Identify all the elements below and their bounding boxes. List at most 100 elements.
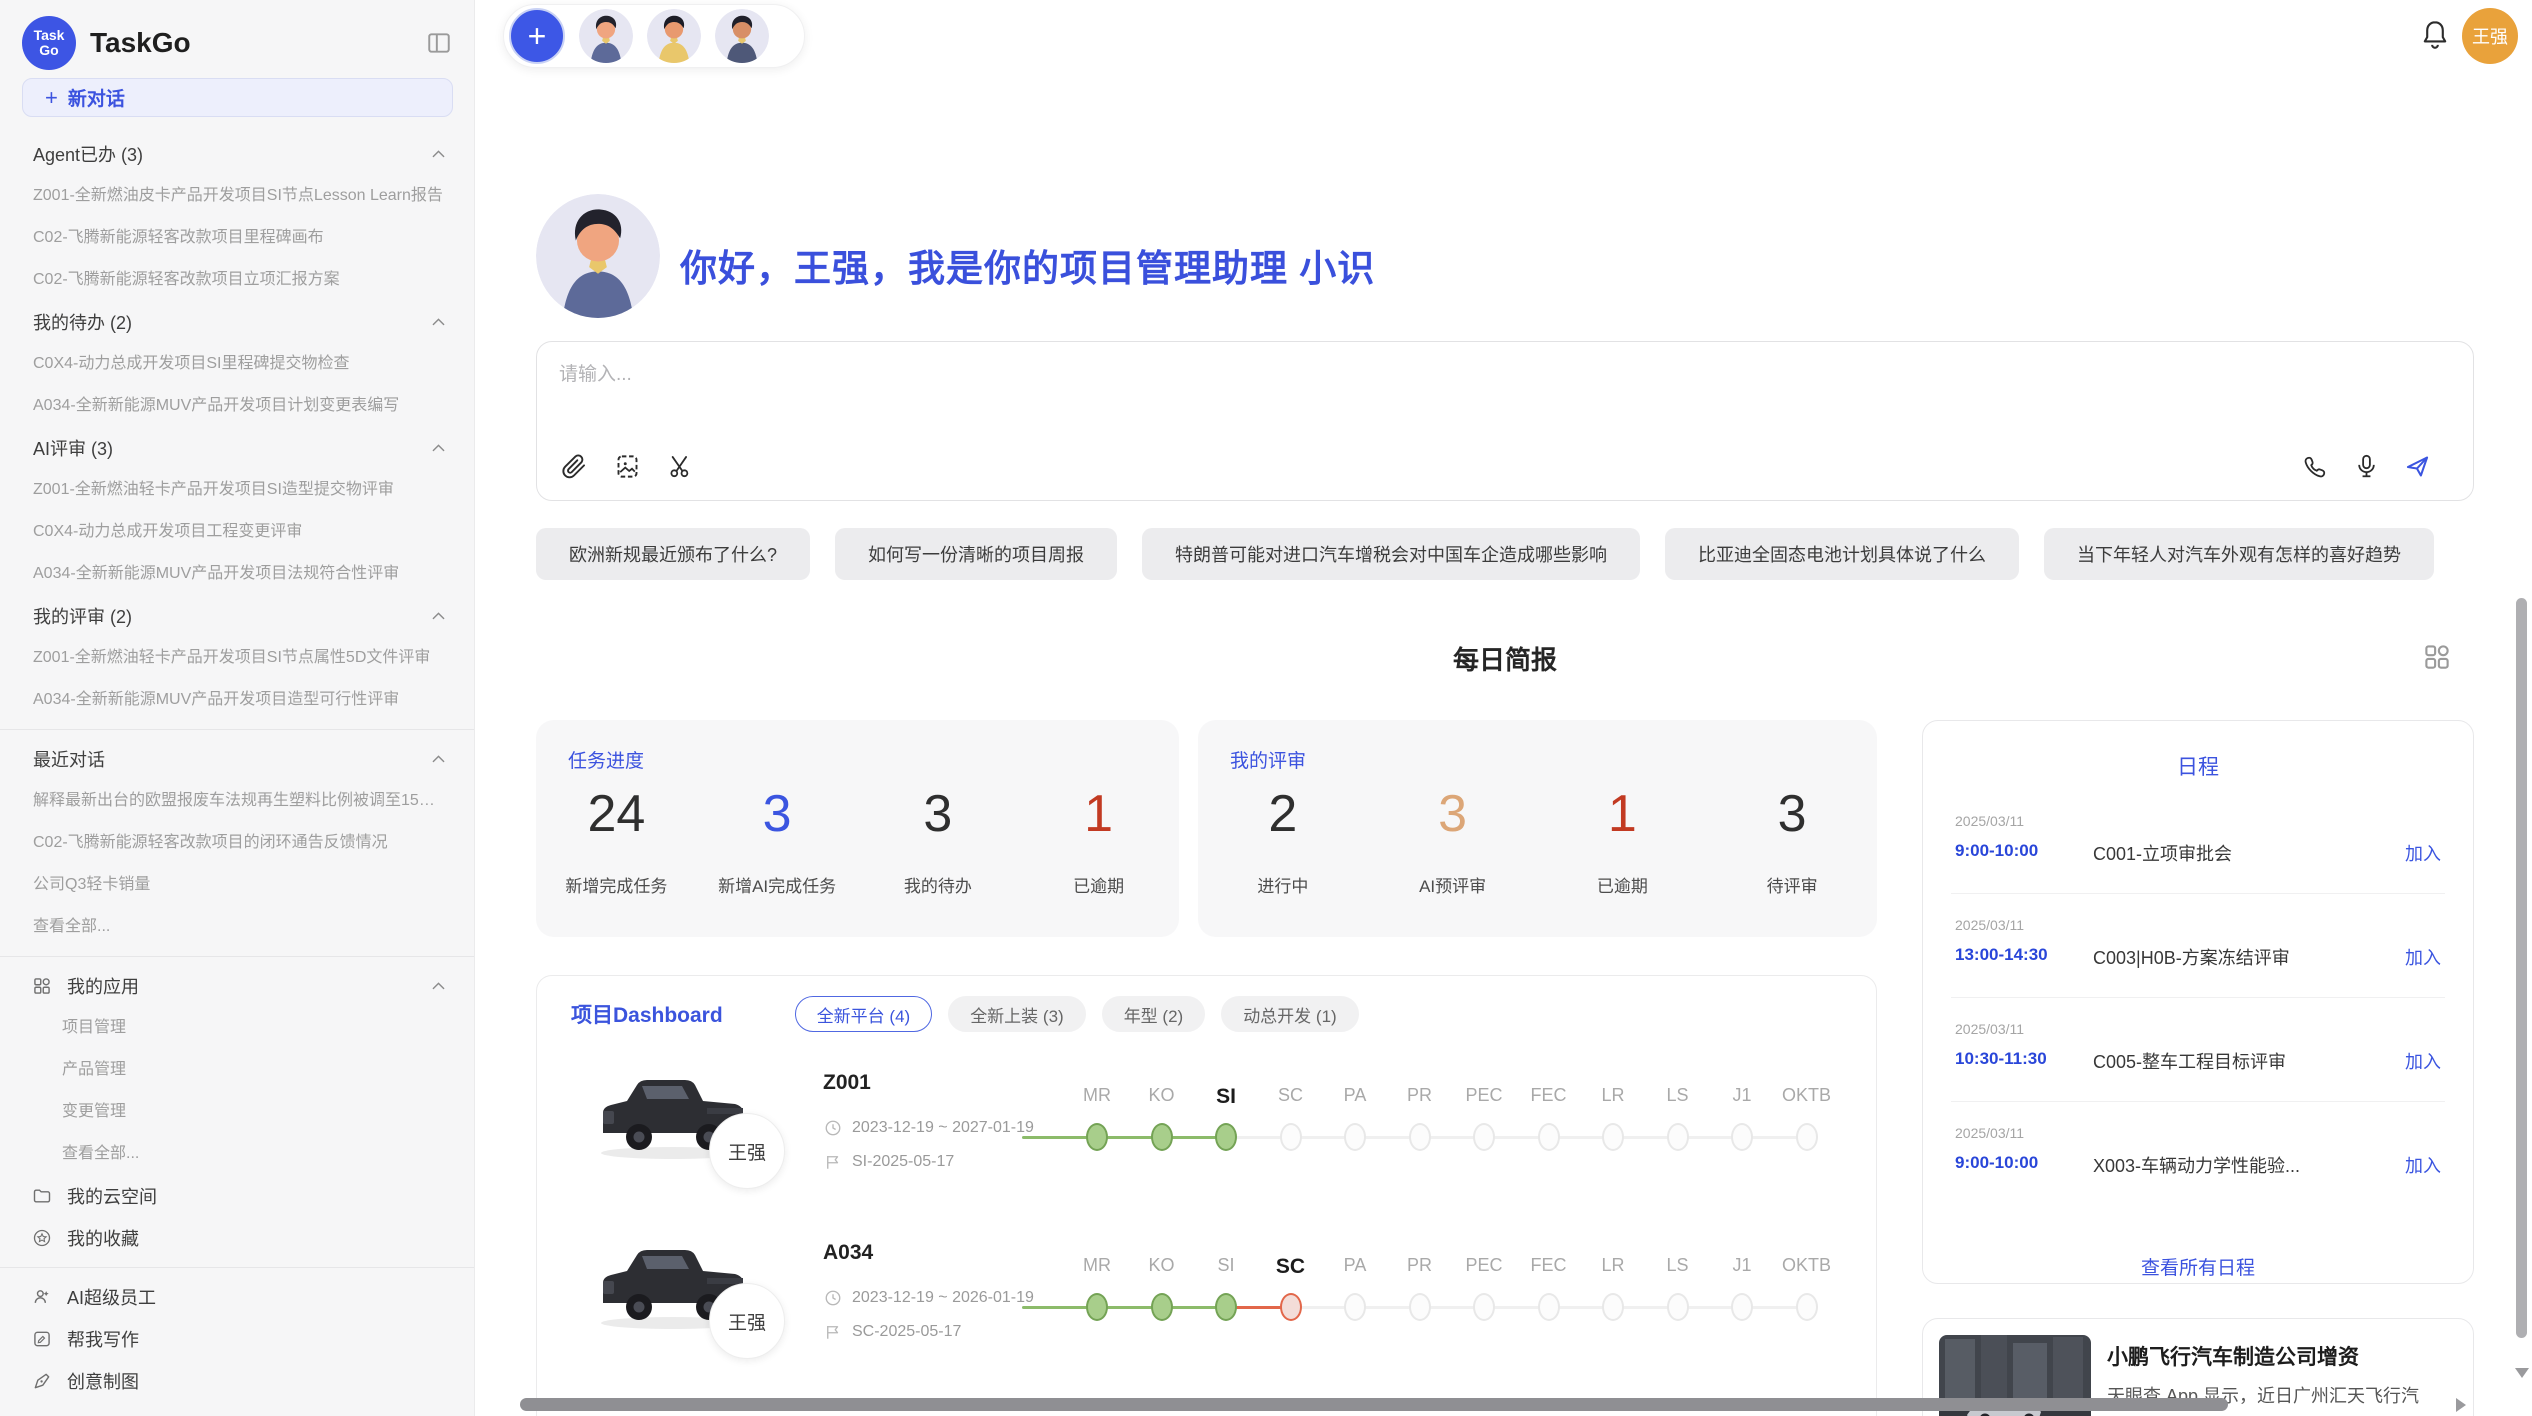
milestone-node[interactable] — [1473, 1123, 1495, 1151]
schedule-date: 2025/03/11 — [1955, 813, 2024, 829]
sidebar-task-item[interactable]: Z001-全新燃油轻卡产品开发项目SI节点属性5D文件评审 — [0, 637, 474, 679]
milestone-label: FEC — [1531, 1085, 1567, 1106]
sidebar-task-item[interactable]: C0X4-动力总成开发项目工程变更评审 — [0, 511, 474, 553]
milestone-node[interactable] — [1796, 1293, 1818, 1321]
chat-input[interactable] — [559, 364, 2059, 386]
milestone-node[interactable] — [1280, 1293, 1302, 1321]
milestone-node[interactable] — [1344, 1293, 1366, 1321]
suggestion-chip[interactable]: 当下年轻人对汽车外观有怎样的喜好趋势 — [2044, 528, 2434, 580]
sidebar-help-me-write[interactable]: 帮我写作 — [0, 1318, 474, 1360]
dashboard-tab[interactable]: 全新上装 (3) — [948, 996, 1086, 1032]
join-meeting-link[interactable]: 加入 — [2405, 944, 2441, 970]
dashboard-tab[interactable]: 全新平台 (4) — [795, 996, 933, 1032]
suggestion-chip[interactable]: 特朗普可能对进口汽车增税会对中国车企造成哪些影响 — [1142, 528, 1640, 580]
dashboard-tab[interactable]: 动总开发 (1) — [1221, 996, 1359, 1032]
chevron-up-icon[interactable] — [429, 313, 448, 332]
recent-chat-item[interactable]: C02-飞腾新能源轻客改款项目的闭环通告反馈情况 — [0, 822, 474, 864]
insert-image-icon[interactable] — [614, 453, 641, 480]
microphone-icon[interactable] — [2353, 453, 2380, 480]
app-item[interactable]: 产品管理 — [0, 1049, 474, 1091]
sidebar-task-item[interactable]: C02-飞腾新能源轻客改款项目里程碑画布 — [0, 217, 474, 259]
sidebar-cloud-space[interactable]: 我的云空间 — [0, 1175, 474, 1217]
user-avatar[interactable]: 王强 — [2462, 8, 2518, 64]
stat-label: 新增AI完成任务 — [697, 872, 858, 897]
add-agent-button[interactable]: + — [509, 8, 565, 64]
milestone-node[interactable] — [1538, 1123, 1560, 1151]
screenshot-scissors-icon[interactable] — [667, 453, 694, 480]
voice-call-icon[interactable] — [2302, 453, 2329, 480]
briefing-layout-icon[interactable] — [2422, 642, 2452, 672]
milestone-node[interactable] — [1151, 1293, 1173, 1321]
vertical-scrollbar[interactable] — [2516, 598, 2527, 1338]
milestone-node[interactable] — [1731, 1123, 1753, 1151]
dashboard-title: 项目Dashboard — [571, 999, 723, 1029]
chevron-up-icon[interactable] — [429, 977, 448, 996]
milestone-node[interactable] — [1086, 1123, 1108, 1151]
sidebar-collapse-icon[interactable] — [424, 28, 454, 58]
milestone-label: LR — [1601, 1085, 1624, 1106]
milestone-node[interactable] — [1215, 1123, 1237, 1151]
milestone-node[interactable] — [1602, 1293, 1624, 1321]
milestone-node[interactable] — [1538, 1293, 1560, 1321]
milestone-node[interactable] — [1667, 1293, 1689, 1321]
notification-bell-icon[interactable] — [2418, 18, 2452, 52]
sidebar-task-item[interactable]: A034-全新新能源MUV产品开发项目法规符合性评审 — [0, 553, 474, 595]
new-chat-button[interactable]: + 新对话 — [22, 78, 453, 117]
my-review-card: 我的评审2进行中3AI预评审1已逾期3待评审 — [1198, 720, 1877, 937]
join-meeting-link[interactable]: 加入 — [2405, 840, 2441, 866]
sidebar-task-item[interactable]: A034-全新新能源MUV产品开发项目造型可行性评审 — [0, 679, 474, 721]
project-dates: 2023-12-19 ~ 2026-01-19 — [824, 1289, 1034, 1307]
chevron-up-icon[interactable] — [429, 607, 448, 626]
sidebar-task-item[interactable]: C02-飞腾新能源轻客改款项目立项汇报方案 — [0, 259, 474, 301]
stat-label: AI预评审 — [1368, 872, 1538, 897]
agent-avatar-1[interactable] — [579, 9, 633, 63]
app-item[interactable]: 项目管理 — [0, 1007, 474, 1049]
suggestion-chip[interactable]: 如何写一份清晰的项目周报 — [835, 528, 1117, 580]
sidebar-task-item[interactable]: A034-全新新能源MUV产品开发项目计划变更表编写 — [0, 385, 474, 427]
suggestion-chip[interactable]: 欧洲新规最近颁布了什么? — [536, 528, 810, 580]
stat-value: 1 — [1538, 784, 1708, 844]
dashboard-tab[interactable]: 年型 (2) — [1102, 996, 1206, 1032]
chevron-up-icon[interactable] — [429, 750, 448, 769]
scroll-right-arrow-icon[interactable] — [2456, 1398, 2466, 1412]
sidebar-creative-drawing[interactable]: 创意制图 — [0, 1360, 474, 1402]
sidebar-task-item[interactable]: Z001-全新燃油皮卡产品开发项目SI节点Lesson Learn报告 — [0, 175, 474, 217]
chevron-up-icon[interactable] — [429, 439, 448, 458]
sidebar-ai-super-staff[interactable]: AI超级员工 — [0, 1276, 474, 1318]
milestone-node[interactable] — [1344, 1123, 1366, 1151]
join-meeting-link[interactable]: 加入 — [2405, 1152, 2441, 1178]
milestone-node[interactable] — [1602, 1123, 1624, 1151]
milestone-node[interactable] — [1086, 1293, 1108, 1321]
sidebar-my-apps[interactable]: 我的应用 — [0, 965, 474, 1007]
sidebar-favorites[interactable]: 我的收藏 — [0, 1217, 474, 1259]
chevron-up-icon[interactable] — [429, 145, 448, 164]
join-meeting-link[interactable]: 加入 — [2405, 1048, 2441, 1074]
milestone-node[interactable] — [1473, 1293, 1495, 1321]
milestone-node[interactable] — [1796, 1123, 1818, 1151]
scroll-down-arrow-icon[interactable] — [2515, 1368, 2529, 1378]
milestone-node[interactable] — [1215, 1293, 1237, 1321]
horizontal-scrollbar[interactable] — [520, 1398, 2228, 1411]
sidebar-task-item[interactable]: Z001-全新燃油轻卡产品开发项目SI造型提交物评审 — [0, 469, 474, 511]
milestone-label: OKTB — [1782, 1255, 1831, 1276]
recent-chat-item[interactable]: 解释最新出台的欧盟报废车法规再生塑料比例被调至15%... — [0, 780, 474, 822]
suggestion-chip[interactable]: 比亚迪全固态电池计划具体说了什么 — [1665, 528, 2019, 580]
attach-file-icon[interactable] — [561, 453, 588, 480]
schedule-row: 10:30-11:30C005-整车工程目标评审加入 — [1923, 1045, 2473, 1077]
app-item[interactable]: 变更管理 — [0, 1091, 474, 1133]
recent-view-all-link[interactable]: 查看全部... — [0, 906, 474, 948]
milestone-node[interactable] — [1731, 1293, 1753, 1321]
apps-view-all-link[interactable]: 查看全部... — [0, 1133, 474, 1175]
milestone-node[interactable] — [1667, 1123, 1689, 1151]
milestone-node[interactable] — [1151, 1123, 1173, 1151]
agent-avatar-2[interactable] — [647, 9, 701, 63]
milestone-node[interactable] — [1409, 1293, 1431, 1321]
milestone-node[interactable] — [1280, 1123, 1302, 1151]
milestone-label: PA — [1344, 1085, 1367, 1106]
recent-chat-item[interactable]: 公司Q3轻卡销量 — [0, 864, 474, 906]
agent-avatar-3[interactable] — [715, 9, 769, 63]
sidebar-task-item[interactable]: C0X4-动力总成开发项目SI里程碑提交物检查 — [0, 343, 474, 385]
milestone-node[interactable] — [1409, 1123, 1431, 1151]
send-icon[interactable] — [2404, 453, 2431, 480]
view-all-schedule-link[interactable]: 查看所有日程 — [1923, 1253, 2473, 1280]
